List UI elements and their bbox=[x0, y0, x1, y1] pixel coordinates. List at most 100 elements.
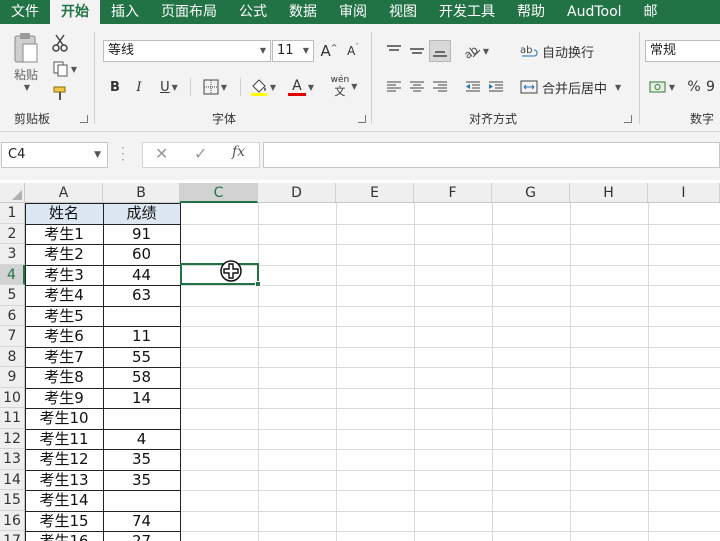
table-cell[interactable]: 14 bbox=[103, 389, 180, 409]
table-cell[interactable]: 成绩 bbox=[103, 204, 180, 224]
menu-tab[interactable]: 视图 bbox=[378, 0, 428, 24]
number-format-combo[interactable]: 常规 bbox=[645, 40, 720, 62]
decrease-indent-button[interactable] bbox=[462, 76, 484, 98]
row-header[interactable]: 11 bbox=[0, 408, 25, 429]
paste-button[interactable]: 粘贴 ▼ bbox=[6, 32, 46, 102]
row-header[interactable]: 10 bbox=[0, 387, 25, 408]
font-color-button[interactable]: A ▼ bbox=[283, 76, 319, 98]
table-cell[interactable]: 考生7 bbox=[25, 348, 103, 368]
row-header[interactable]: 8 bbox=[0, 346, 25, 367]
table-cell[interactable]: 58 bbox=[103, 368, 180, 388]
table-cell[interactable]: 60 bbox=[103, 245, 180, 265]
table-cell[interactable] bbox=[103, 307, 180, 327]
column-header[interactable]: F bbox=[414, 183, 492, 203]
table-cell[interactable]: 63 bbox=[103, 286, 180, 306]
row-header[interactable]: 7 bbox=[0, 326, 25, 347]
table-cell[interactable]: 考生11 bbox=[25, 430, 103, 450]
wrap-text-button[interactable]: ab 自动换行 bbox=[520, 40, 600, 62]
table-cell[interactable]: 11 bbox=[103, 327, 180, 347]
row-header[interactable]: 5 bbox=[0, 285, 25, 306]
menu-tab[interactable]: 审阅 bbox=[328, 0, 378, 24]
table-cell[interactable]: 考生1 bbox=[25, 225, 103, 245]
borders-button[interactable]: ▼ bbox=[196, 76, 234, 98]
menu-tab[interactable]: 邮 bbox=[633, 0, 669, 24]
enter-icon[interactable]: ✓ bbox=[194, 144, 207, 163]
table-cell[interactable]: 考生6 bbox=[25, 327, 103, 347]
underline-button[interactable]: U ▼ bbox=[152, 76, 186, 98]
comma-style-button[interactable]: 9 bbox=[706, 76, 720, 98]
table-cell[interactable] bbox=[103, 409, 180, 429]
fill-color-button[interactable]: ▼ bbox=[245, 76, 281, 98]
menu-tab[interactable]: 文件 bbox=[0, 0, 50, 24]
table-cell[interactable] bbox=[103, 491, 180, 511]
cancel-icon[interactable]: ✕ bbox=[155, 144, 168, 163]
column-header[interactable]: D bbox=[258, 183, 336, 203]
row-header[interactable]: 14 bbox=[0, 469, 25, 490]
menu-tab[interactable]: 帮助 bbox=[506, 0, 556, 24]
insert-function-icon[interactable]: fx bbox=[232, 144, 245, 160]
font-launcher-icon[interactable] bbox=[358, 115, 366, 123]
column-header[interactable]: B bbox=[103, 183, 180, 203]
table-cell[interactable]: 91 bbox=[103, 225, 180, 245]
menu-tab[interactable]: 公式 bbox=[228, 0, 278, 24]
row-header[interactable]: 16 bbox=[0, 510, 25, 531]
align-left-button[interactable] bbox=[383, 76, 405, 98]
align-bottom-button[interactable] bbox=[429, 40, 451, 62]
table-cell[interactable]: 74 bbox=[103, 512, 180, 532]
align-top-button[interactable] bbox=[383, 40, 405, 62]
table-cell[interactable]: 55 bbox=[103, 348, 180, 368]
shrink-font-button[interactable]: Aˇ bbox=[342, 40, 364, 62]
menu-tab[interactable]: 开发工具 bbox=[428, 0, 506, 24]
font-size-combo[interactable]: 11 ▼ bbox=[272, 40, 314, 62]
table-cell[interactable]: 考生10 bbox=[25, 409, 103, 429]
row-header[interactable]: 15 bbox=[0, 490, 25, 511]
italic-button[interactable]: I bbox=[128, 76, 150, 98]
table-cell[interactable]: 27 bbox=[103, 532, 180, 541]
column-header[interactable]: A bbox=[25, 183, 103, 203]
bold-button[interactable]: B bbox=[104, 76, 126, 98]
table-cell[interactable]: 考生16 bbox=[25, 532, 103, 541]
align-right-button[interactable] bbox=[429, 76, 451, 98]
menu-tab[interactable]: 插入 bbox=[100, 0, 150, 24]
menu-tab[interactable]: AudTool bbox=[556, 0, 633, 24]
table-cell[interactable]: 考生12 bbox=[25, 450, 103, 470]
row-header[interactable]: 4 bbox=[0, 264, 25, 285]
table-cell[interactable]: 考生2 bbox=[25, 245, 103, 265]
table-cell[interactable]: 考生15 bbox=[25, 512, 103, 532]
orientation-button[interactable]: ab ▼ bbox=[458, 40, 494, 62]
column-header[interactable]: G bbox=[492, 183, 570, 203]
table-cell[interactable]: 考生8 bbox=[25, 368, 103, 388]
phonetic-button[interactable]: wén 文 ▼ bbox=[326, 72, 362, 100]
dots-handle-icon[interactable]: · · · bbox=[121, 142, 125, 166]
select-all-button[interactable] bbox=[0, 183, 25, 203]
alignment-launcher-icon[interactable] bbox=[624, 115, 632, 123]
row-header[interactable]: 1 bbox=[0, 203, 25, 224]
name-box[interactable]: C4 ▼ bbox=[1, 142, 108, 168]
table-cell[interactable]: 姓名 bbox=[25, 204, 103, 224]
align-center-button[interactable] bbox=[406, 76, 428, 98]
table-cell[interactable]: 考生3 bbox=[25, 266, 103, 286]
copy-button[interactable]: ▼ bbox=[48, 58, 82, 80]
table-cell[interactable]: 考生14 bbox=[25, 491, 103, 511]
grow-font-button[interactable]: A ^ bbox=[318, 40, 340, 62]
font-name-combo[interactable]: 等线 ▼ bbox=[103, 40, 271, 62]
menu-tab[interactable]: 开始 bbox=[50, 0, 100, 24]
table-cell[interactable]: 44 bbox=[103, 266, 180, 286]
formula-input[interactable] bbox=[263, 142, 720, 168]
row-header[interactable]: 9 bbox=[0, 367, 25, 388]
table-cell[interactable]: 考生4 bbox=[25, 286, 103, 306]
table-cell[interactable]: 考生13 bbox=[25, 471, 103, 491]
column-header[interactable]: C bbox=[180, 183, 258, 203]
merge-center-button[interactable]: 合并后居中 ▼ bbox=[520, 76, 630, 98]
increase-indent-button[interactable] bbox=[485, 76, 507, 98]
column-header[interactable]: I bbox=[648, 183, 720, 203]
table-cell[interactable]: 考生9 bbox=[25, 389, 103, 409]
table-cell[interactable]: 35 bbox=[103, 471, 180, 491]
percent-button[interactable]: % bbox=[684, 76, 704, 98]
row-header[interactable]: 2 bbox=[0, 223, 25, 244]
fill-handle[interactable] bbox=[255, 281, 261, 287]
column-header[interactable]: H bbox=[570, 183, 648, 203]
menu-tab[interactable]: 页面布局 bbox=[150, 0, 228, 24]
clipboard-launcher-icon[interactable] bbox=[80, 115, 88, 123]
row-header[interactable]: 17 bbox=[0, 531, 25, 541]
